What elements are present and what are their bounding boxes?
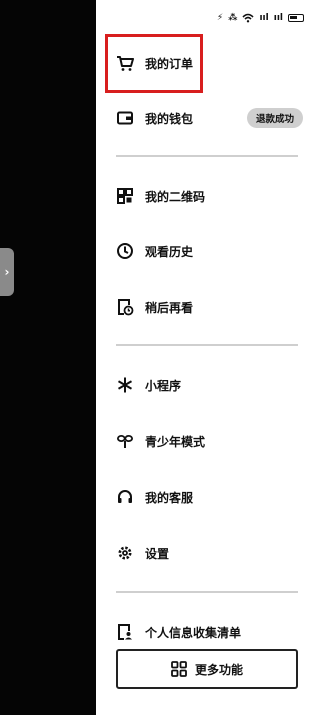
more-features-label: 更多功能 xyxy=(194,662,243,677)
menu-item-personal-info-list[interactable]: 个人信息收集清单 xyxy=(116,620,241,644)
wallet-icon xyxy=(116,109,134,127)
gear-icon xyxy=(116,544,134,562)
clock-icon xyxy=(116,242,134,260)
menu-item-settings[interactable]: 设置 xyxy=(116,541,169,565)
grid-icon xyxy=(171,661,187,677)
divider xyxy=(116,591,298,593)
menu-item-label: 我的订单 xyxy=(145,56,194,71)
sprout-icon xyxy=(116,432,134,450)
qr-code-icon xyxy=(116,187,134,205)
cart-icon xyxy=(116,54,134,72)
menu-item-label: 我的二维码 xyxy=(145,189,206,204)
menu-item-youth-mode[interactable]: 青少年模式 xyxy=(116,429,205,453)
menu-item-label: 我的钱包 xyxy=(145,111,194,126)
divider xyxy=(116,344,298,346)
headset-icon xyxy=(116,488,134,506)
status-glyph: ⁂ xyxy=(228,12,238,23)
divider xyxy=(116,155,298,157)
info-list-icon xyxy=(116,623,134,641)
drawer-edge-handle[interactable]: › xyxy=(0,248,14,296)
status-glyph: ⚡ xyxy=(216,12,224,23)
menu-item-my-orders[interactable]: 我的订单 xyxy=(116,51,193,75)
watch-later-icon xyxy=(116,298,134,316)
menu-item-watch-later[interactable]: 稍后再看 xyxy=(116,295,193,319)
status-bar: ⚡ ⁂ ııl ııl xyxy=(217,11,304,25)
wifi-icon xyxy=(242,13,255,23)
menu-item-label: 观看历史 xyxy=(145,244,194,259)
dimmed-backdrop[interactable] xyxy=(0,0,96,715)
menu-item-my-wallet[interactable]: 我的钱包 xyxy=(116,106,193,130)
menu-item-label: 设置 xyxy=(145,546,170,561)
menu-item-label: 我的客服 xyxy=(145,490,194,505)
menu-item-label: 小程序 xyxy=(145,378,182,393)
menu-item-label: 青少年模式 xyxy=(145,434,206,449)
signal-icon: ııl xyxy=(259,12,269,23)
menu-item-my-qr-code[interactable]: 我的二维码 xyxy=(116,184,205,208)
menu-item-label: 个人信息收集清单 xyxy=(145,625,242,640)
refund-status-badge[interactable]: 退款成功 xyxy=(247,108,303,128)
menu-item-mini-programs[interactable]: 小程序 xyxy=(116,373,181,397)
menu-item-customer-service[interactable]: 我的客服 xyxy=(116,485,193,509)
menu-item-watch-history[interactable]: 观看历史 xyxy=(116,239,193,263)
battery-icon xyxy=(288,14,304,22)
menu-item-label: 稍后再看 xyxy=(145,300,194,315)
more-features-button[interactable]: 更多功能 xyxy=(116,649,298,689)
chevron-right-icon: › xyxy=(4,265,10,279)
asterisk-icon xyxy=(116,376,134,394)
signal-icon: ııl xyxy=(273,12,283,23)
